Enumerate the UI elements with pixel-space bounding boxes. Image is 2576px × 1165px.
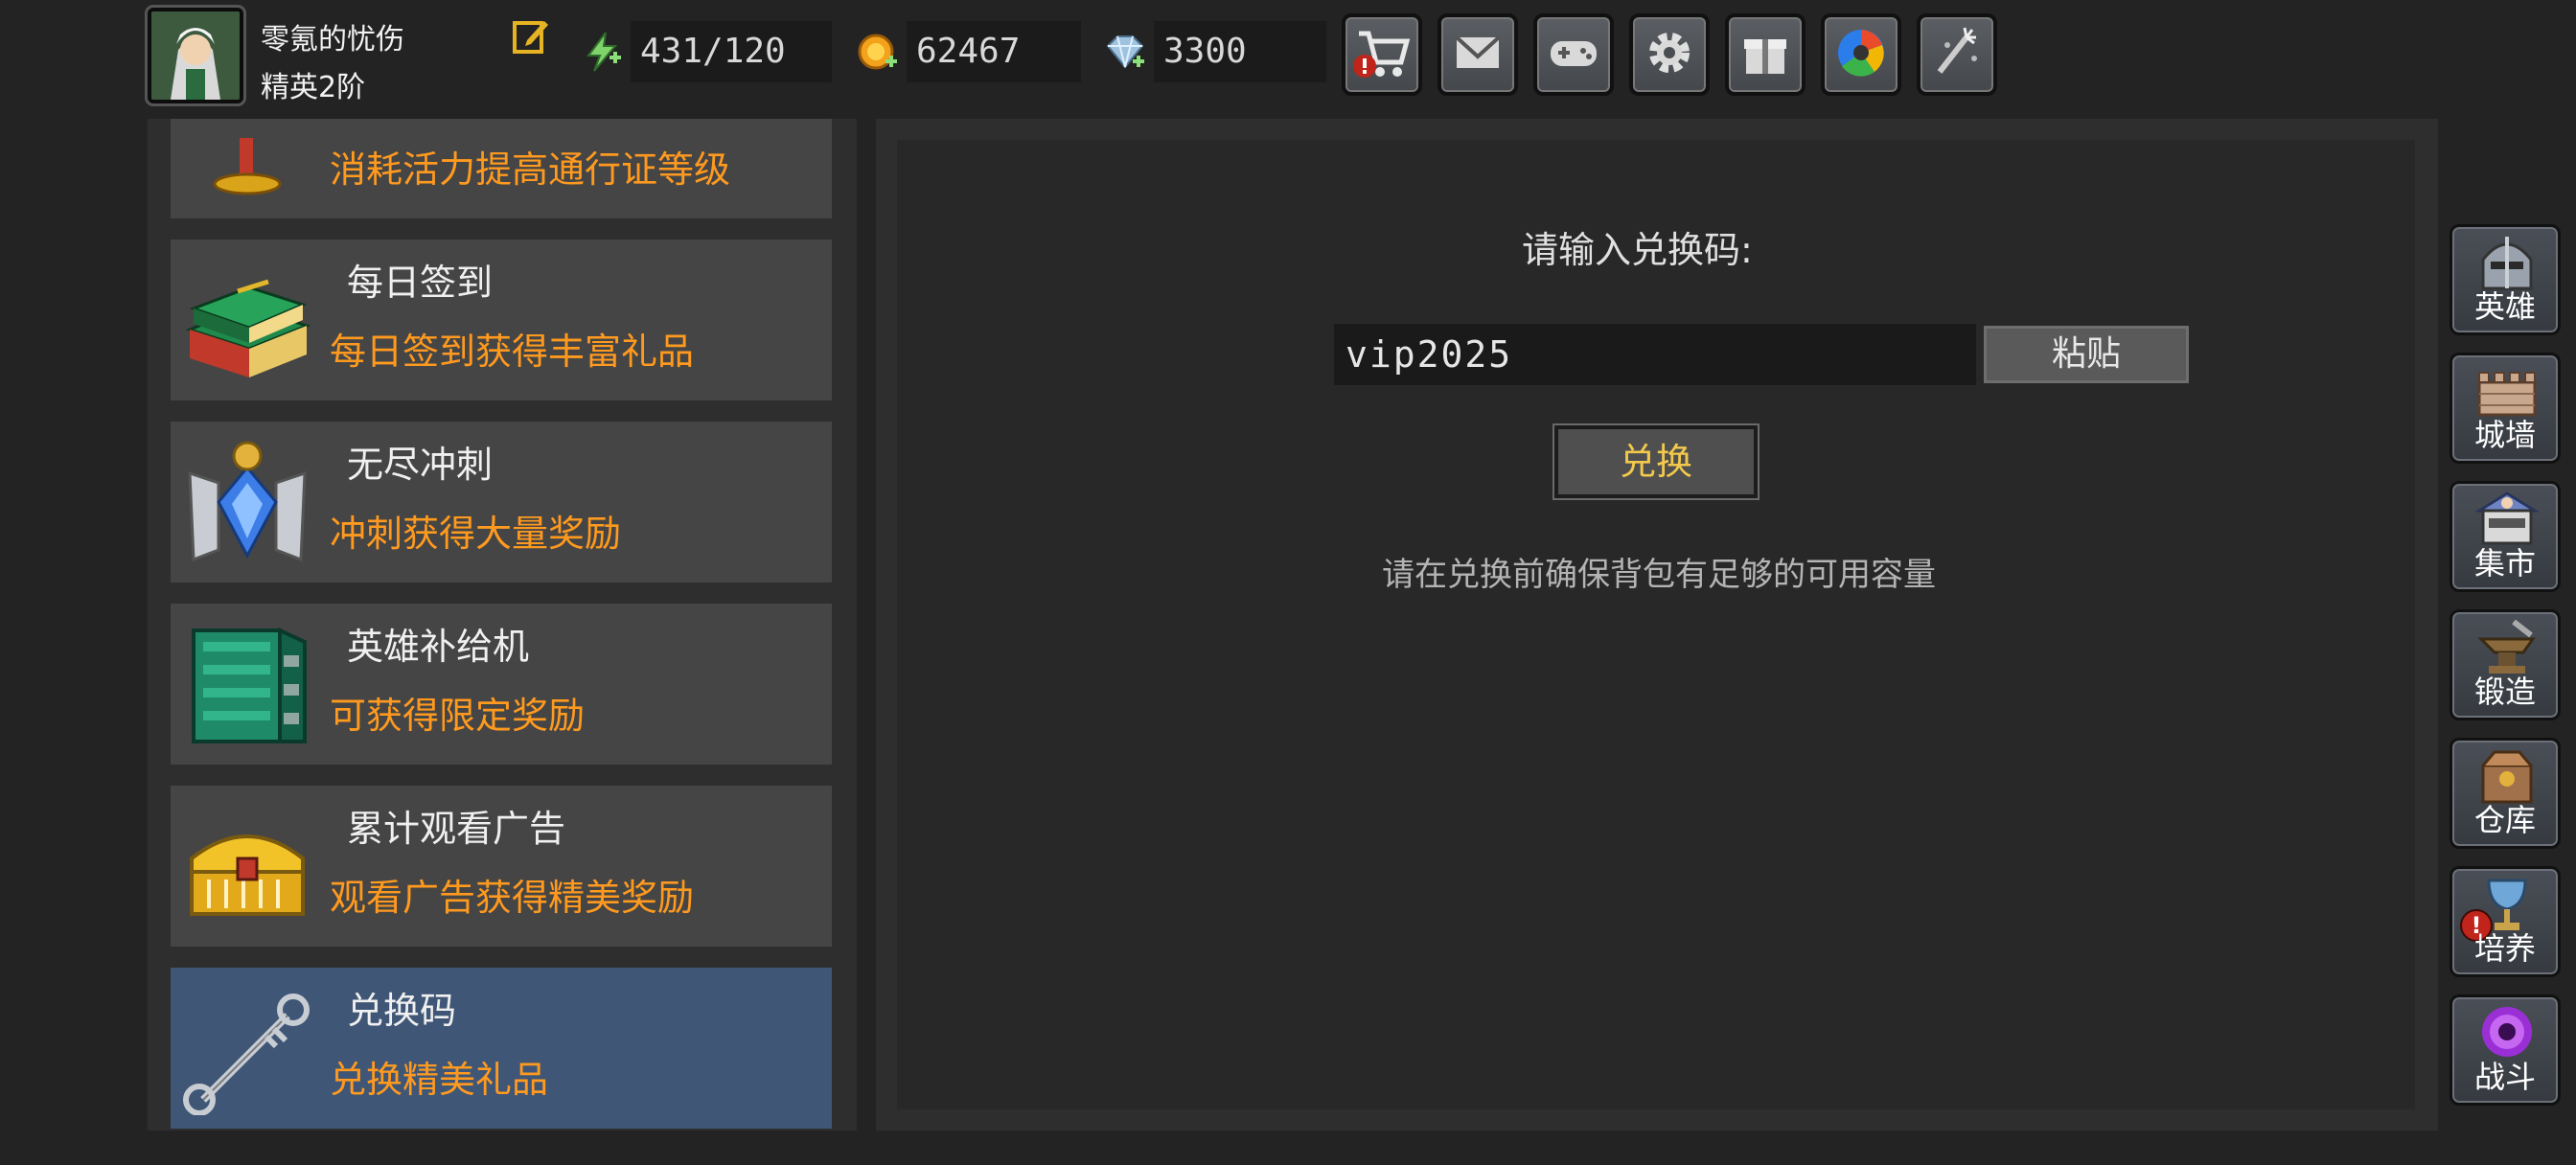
- nav-forge[interactable]: 锻造: [2450, 609, 2561, 720]
- nav-battle[interactable]: 战斗: [2450, 994, 2561, 1106]
- nav-warehouse[interactable]: 仓库: [2450, 738, 2561, 849]
- nav-label: 战斗: [2473, 1059, 2536, 1095]
- activity-title: 累计观看广告: [347, 808, 566, 850]
- edit-name-icon[interactable]: [512, 17, 550, 56]
- activity-desc: 消耗活力提高通行证等级: [330, 148, 731, 191]
- activity-desc: 观看广告获得精美奖励: [330, 877, 695, 919]
- gamepad-icon: [1545, 26, 1602, 83]
- settings-button[interactable]: [1629, 13, 1710, 96]
- activity-title: 每日签到: [347, 262, 494, 304]
- gear-icon: [1643, 26, 1696, 83]
- activity-desc: 冲刺获得大量奖励: [330, 513, 622, 555]
- redeem-code-input[interactable]: [1334, 324, 1976, 385]
- shop-button[interactable]: [1342, 13, 1422, 96]
- events-button[interactable]: [1917, 13, 1997, 96]
- nav-label: 城墙: [2473, 417, 2536, 453]
- aperture-icon: [1832, 24, 1890, 85]
- activity-desc: 每日签到获得丰富礼品: [330, 331, 695, 373]
- activity-hero-supply[interactable]: 英雄补给机 可获得限定奖励: [171, 604, 832, 765]
- gold-value: 62467: [907, 21, 1081, 82]
- nav-wall[interactable]: 城墙: [2450, 353, 2561, 464]
- gems-value: 3300: [1154, 21, 1326, 82]
- redeem-panel: [897, 140, 2415, 1109]
- activity-title: 无尽冲刺: [347, 444, 494, 486]
- winged-crystal-icon: [180, 435, 314, 569]
- activity-title: 英雄补给机: [347, 626, 530, 668]
- activity-list[interactable]: 消耗活力提高通行证等级 每日签到 每日签到获得丰富礼品 无尽冲刺 冲刺获得大量奖…: [148, 119, 857, 1131]
- nav-label: 培养: [2473, 930, 2536, 967]
- cart-icon: [1353, 24, 1411, 85]
- community-button[interactable]: [1533, 13, 1614, 96]
- gallery-button[interactable]: [1821, 13, 1901, 96]
- nav-market[interactable]: 集市: [2450, 481, 2561, 592]
- nav-cultivate[interactable]: ! 培养: [2450, 866, 2561, 977]
- redeem-tip: 请在兑换前确保背包有足够的可用容量: [1382, 556, 1936, 594]
- nav-label: 仓库: [2473, 802, 2536, 838]
- nav-label: 集市: [2473, 545, 2536, 582]
- player-name: 零氪的忧伤: [261, 23, 404, 57]
- fireworks-icon: [1928, 24, 1986, 85]
- paste-button[interactable]: 粘贴: [1984, 326, 2189, 383]
- gem-icon: [1104, 31, 1146, 73]
- player-avatar[interactable]: [145, 5, 246, 106]
- activity-daily-checkin[interactable]: 每日签到 每日签到获得丰富礼品: [171, 240, 832, 400]
- gift-button[interactable]: [1725, 13, 1806, 96]
- supply-machine-icon: [180, 617, 314, 751]
- gift-icon: [1738, 26, 1792, 83]
- activity-watch-ads[interactable]: 累计观看广告 观看广告获得精美奖励: [171, 786, 832, 947]
- redeem-button[interactable]: 兑换: [1552, 423, 1760, 500]
- activity-desc: 可获得限定奖励: [330, 695, 586, 737]
- player-rank: 精英2阶: [261, 71, 366, 104]
- activity-endless-sprint[interactable]: 无尽冲刺 冲刺获得大量奖励: [171, 422, 832, 582]
- activity-title: 兑换码: [347, 990, 457, 1032]
- key-icon: [180, 981, 314, 1116]
- activity-battle-pass[interactable]: 消耗活力提高通行证等级: [171, 119, 832, 218]
- nav-label: 锻造: [2473, 674, 2536, 710]
- treasure-chest-icon: [180, 799, 314, 933]
- redeem-prompt: 请输入兑换码:: [1522, 229, 1753, 271]
- activity-redeem-code[interactable]: 兑换码 兑换精美礼品: [171, 968, 832, 1129]
- trophy-icon: [180, 119, 314, 205]
- mail-icon: [1451, 26, 1505, 83]
- nav-hero[interactable]: 英雄: [2450, 224, 2561, 335]
- gold-coin-icon: [857, 31, 899, 73]
- book-stack-icon: [180, 253, 314, 387]
- energy-value: 431/120: [631, 21, 832, 82]
- energy-icon: [581, 31, 623, 73]
- activity-desc: 兑换精美礼品: [330, 1059, 549, 1101]
- nav-label: 英雄: [2473, 288, 2536, 325]
- mail-button[interactable]: [1438, 13, 1518, 96]
- activity-list-viewport: 消耗活力提高通行证等级: [148, 119, 857, 218]
